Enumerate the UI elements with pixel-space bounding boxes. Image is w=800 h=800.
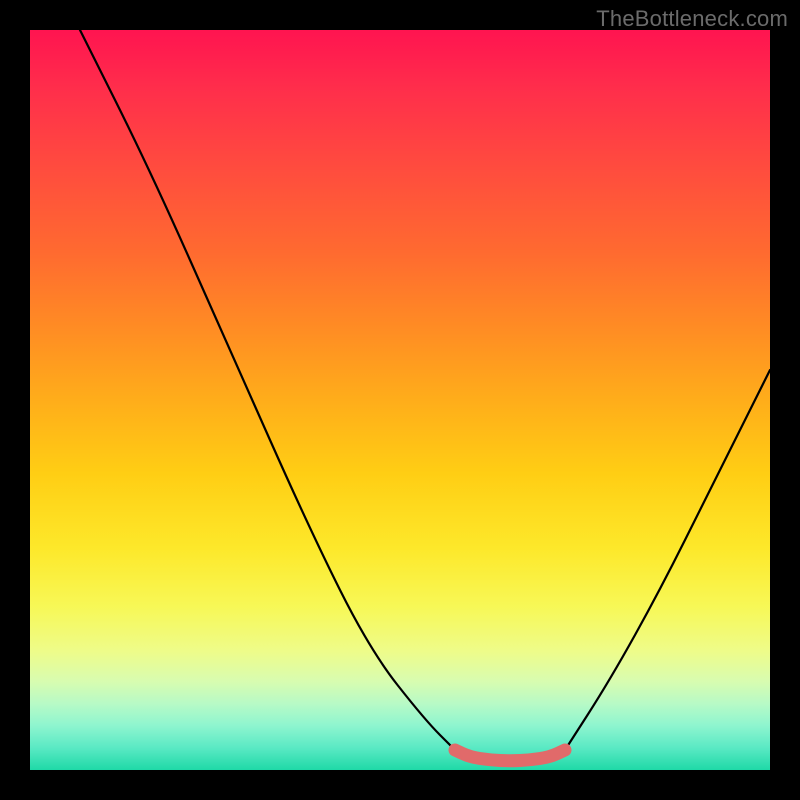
valley-highlight-segment [455,750,565,761]
watermark-text: TheBottleneck.com [596,6,788,32]
bottleneck-curve [80,30,770,761]
chart-plot-area [30,30,770,770]
chart-svg [30,30,770,770]
app-frame: TheBottleneck.com [0,0,800,800]
